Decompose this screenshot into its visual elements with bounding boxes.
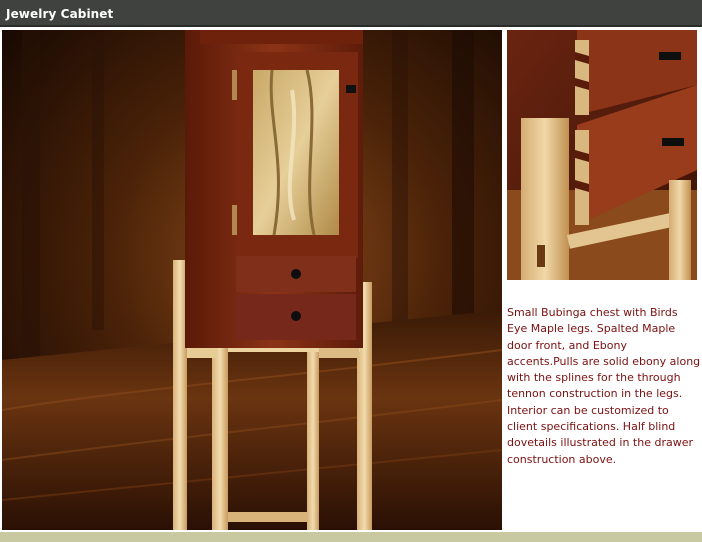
detail-photo [507, 30, 697, 280]
title-bar: Jewelry Cabinet [0, 0, 702, 27]
footer-bar [0, 532, 702, 542]
page-title: Jewelry Cabinet [6, 7, 114, 21]
main-photo [2, 30, 502, 530]
product-description: Small Bubinga chest with Birds Eye Maple… [507, 306, 701, 466]
